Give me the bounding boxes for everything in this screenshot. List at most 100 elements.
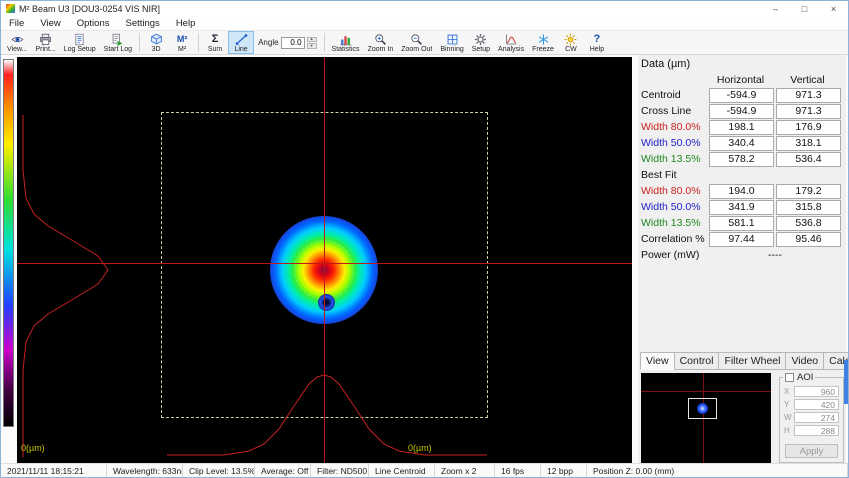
toolbar-button-label: Log Setup <box>64 46 96 53</box>
menu-item-view[interactable]: View <box>32 16 68 30</box>
data-value-horizontal: 340.4 <box>709 136 774 151</box>
menu-bar: FileViewOptionsSettingsHelp <box>1 16 848 30</box>
toolbar-button-label: Help <box>590 46 604 53</box>
toolbar-button-zoom-out[interactable]: Zoom Out <box>397 31 436 54</box>
toolbar-button-setup[interactable]: Setup <box>468 31 494 54</box>
toolbar-button-label: Analysis <box>498 46 524 53</box>
data-row-label: Width 13.5% <box>639 153 707 165</box>
toolbar-button-binning[interactable]: Binning <box>436 31 467 54</box>
menu-item-settings[interactable]: Settings <box>117 16 167 30</box>
data-row: Width 13.5%581.1536.8 <box>639 215 846 231</box>
toolbar-separator <box>324 33 325 52</box>
x-axis-label-left: 0(µm) <box>21 443 45 453</box>
start-log-icon <box>111 33 125 46</box>
data-row-label: Width 13.5% <box>639 217 707 229</box>
aoi-field-w: W274 <box>784 412 839 423</box>
aoi-field-input[interactable]: 960 <box>794 386 839 397</box>
minimize-button[interactable]: – <box>761 1 790 16</box>
toolbar-button-3d[interactable]: 3D <box>143 31 169 54</box>
toolbar-button-start-log[interactable]: Start Log <box>100 31 136 54</box>
beam-display[interactable]: 0(µm) 0(µm) <box>17 57 632 463</box>
x-axis-label-right: 0(µm) <box>408 443 432 453</box>
status-item-zoom: Zoom x 2 <box>435 464 495 477</box>
toolbar-button-freeze[interactable]: Freeze <box>528 31 558 54</box>
toolbar-button-print[interactable]: Print... <box>32 31 60 54</box>
preview-crosshair-horizontal <box>641 391 771 392</box>
toolbar-button-label: Print... <box>36 46 56 53</box>
toolbar-button-analysis[interactable]: Analysis <box>494 31 528 54</box>
printer-icon <box>39 33 53 46</box>
aoi-field-h: H288 <box>784 425 839 436</box>
data-row: Width 50.0%341.9315.8 <box>639 199 846 215</box>
toolbar-button-log-setup[interactable]: Log Setup <box>60 31 100 54</box>
angle-input[interactable] <box>281 37 305 49</box>
data-row-label: Width 80.0% <box>639 185 707 197</box>
data-row: Correlation %97.4495.46 <box>639 231 846 247</box>
tab-video[interactable]: Video <box>786 352 824 370</box>
data-value-vertical: 318.1 <box>776 136 841 151</box>
aoi-field-label: W <box>784 413 791 422</box>
toolbar-button-view[interactable]: View... <box>3 31 32 54</box>
tab-view[interactable]: View <box>640 352 675 370</box>
horizontal-profile-curve <box>167 375 487 455</box>
menu-item-options[interactable]: Options <box>69 16 118 30</box>
toolbar-button-m[interactable]: M²M² <box>169 31 195 54</box>
menu-item-file[interactable]: File <box>1 16 32 30</box>
data-value-horizontal: 341.9 <box>709 200 774 215</box>
data-row-label: Best Fit <box>639 169 707 181</box>
crosshair-horizontal[interactable] <box>17 263 632 264</box>
data-row-label: Width 50.0% <box>639 137 707 149</box>
m-squared-icon: M² <box>175 33 189 46</box>
toolbar-button-cw[interactable]: CW <box>558 31 584 54</box>
data-row: Power (mW)---- <box>639 247 846 263</box>
app-window: M² Beam U3 [DOU3-0254 VIS NIR] – □ × Fil… <box>0 0 849 478</box>
toolbar-button-label: Setup <box>472 46 490 53</box>
toolbar-button-label: Zoom Out <box>401 46 432 53</box>
maximize-button[interactable]: □ <box>790 1 819 16</box>
close-button[interactable]: × <box>819 1 848 16</box>
status-item-clip-level: Clip Level: 13.5% <box>183 464 255 477</box>
data-value-vertical: 536.4 <box>776 152 841 167</box>
status-item-datetime: 2021/11/11 18:15:21 <box>1 464 107 477</box>
crosshair-vertical[interactable] <box>324 57 325 463</box>
data-value-vertical: 179.2 <box>776 184 841 199</box>
menu-item-help[interactable]: Help <box>168 16 204 30</box>
toolbar-button-label: Sum <box>208 46 222 53</box>
toolbar-button-label: Freeze <box>532 46 554 53</box>
zoom-out-icon <box>410 33 424 46</box>
aoi-label: AOI <box>797 372 813 383</box>
toolbar-button-statistics[interactable]: Statistics <box>328 31 364 54</box>
toolbar-button-line[interactable]: Line <box>228 31 254 54</box>
aoi-apply-button[interactable]: Apply <box>785 444 838 458</box>
tab-filter-wheel[interactable]: Filter Wheel <box>719 352 786 370</box>
toolbar-button-label: View... <box>7 46 28 53</box>
tab-control[interactable]: Control <box>675 352 720 370</box>
angle-spin-down-icon[interactable]: ▼ <box>307 43 317 49</box>
aoi-field-label: Y <box>784 400 791 409</box>
angle-label: Angle <box>258 38 278 47</box>
toolbar-button-zoom-in[interactable]: Zoom In <box>364 31 398 54</box>
aoi-field-input[interactable]: 274 <box>794 412 839 423</box>
scrollbar-thumb[interactable] <box>844 360 848 404</box>
status-item-centroid-mode: Line Centroid <box>369 464 435 477</box>
cw-sun-icon <box>564 33 578 46</box>
status-item-fps: 16 fps <box>495 464 541 477</box>
setup-gear-icon <box>474 33 488 46</box>
toolbar-button-help[interactable]: ?Help <box>584 31 610 54</box>
aoi-legend: AOI <box>783 372 815 383</box>
aoi-checkbox[interactable] <box>785 373 794 382</box>
angle-spin-up-icon[interactable]: ▲ <box>307 37 317 43</box>
toolbar-button-sum[interactable]: ΣSum <box>202 31 228 54</box>
data-value-vertical: 95.46 <box>776 232 841 247</box>
camera-preview[interactable] <box>641 373 771 463</box>
help-icon: ? <box>590 33 604 46</box>
data-value-vertical: 536.8 <box>776 216 841 231</box>
status-bar: 2021/11/11 18:15:21Wavelength: 633nmClip… <box>1 463 848 477</box>
aoi-field-input[interactable]: 288 <box>794 425 839 436</box>
data-value-horizontal: 97.44 <box>709 232 774 247</box>
data-row-label: Centroid <box>639 89 707 101</box>
line-icon <box>234 33 248 46</box>
preview-beam-dot <box>697 403 708 414</box>
aoi-field-input[interactable]: 420 <box>794 399 839 410</box>
status-item-average: Average: Off <box>255 464 311 477</box>
